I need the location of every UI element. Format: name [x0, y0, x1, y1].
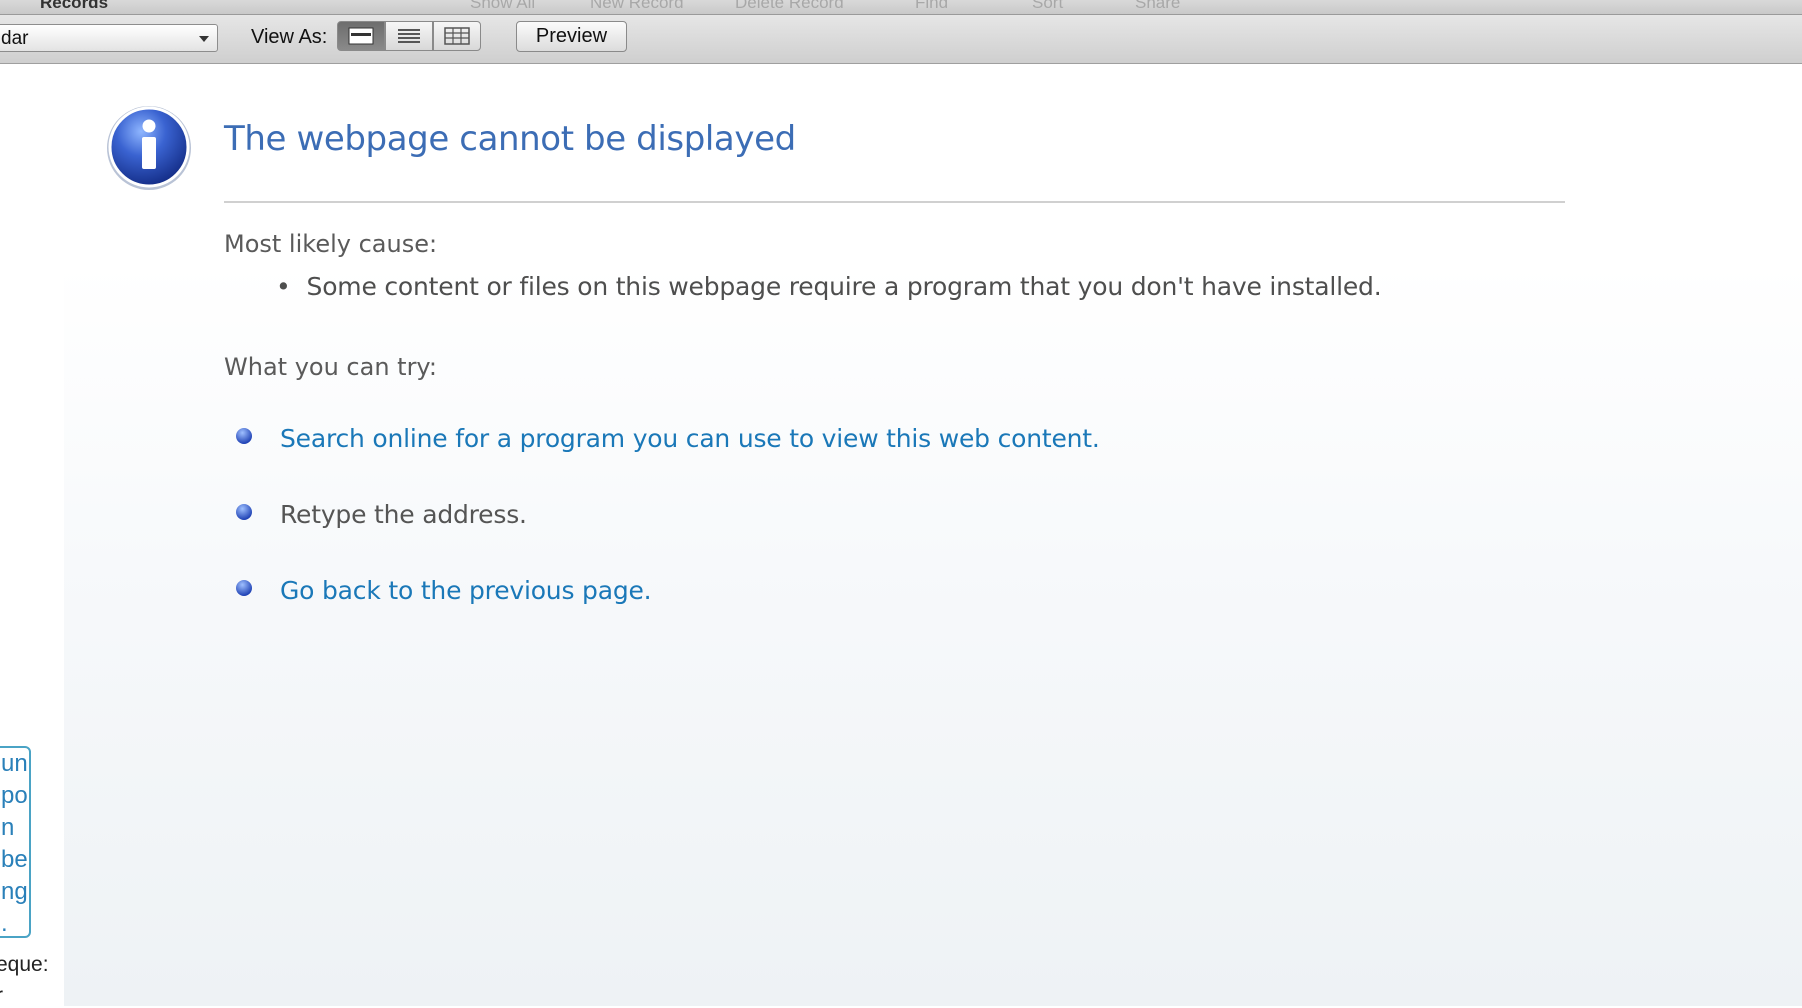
layout-select[interactable]: dar — [0, 24, 218, 52]
layout-select-value: dar — [1, 28, 29, 49]
cause-item-text: Some content or files on this webpage re… — [306, 272, 1382, 301]
blue-bullet-icon — [236, 504, 252, 520]
chevron-down-icon — [199, 36, 209, 42]
delete-record-button[interactable]: Delete Record — [735, 0, 844, 13]
new-record-button[interactable]: New Record — [590, 0, 684, 13]
side-panel: un po n be ng . eque: r — [0, 64, 64, 1008]
show-all-button[interactable]: Show All — [470, 0, 535, 13]
side-frame-line: be — [1, 846, 28, 873]
try-heading: What you can try: — [224, 353, 437, 381]
top-toolbar: Records Show All New Record Delete Recor… — [0, 0, 1802, 15]
records-menu[interactable]: Records — [40, 0, 108, 13]
side-link-frame[interactable]: un po n be ng . — [0, 746, 31, 938]
page-title: The webpage cannot be displayed — [224, 119, 796, 159]
blue-bullet-icon — [236, 580, 252, 596]
table-view-icon — [444, 27, 470, 45]
side-text-line: eque: — [0, 953, 49, 976]
option-text[interactable]: Go back to the previous page. — [280, 576, 652, 605]
form-view-icon — [348, 27, 374, 45]
info-icon — [107, 106, 191, 190]
side-text-line: r — [0, 984, 3, 1008]
option-text: Retype the address. — [280, 500, 527, 529]
list-view-button[interactable] — [385, 21, 433, 51]
title-divider — [224, 201, 1565, 203]
layout-toolbar: dar View As: Preview — [0, 15, 1802, 64]
sort-button[interactable]: Sort — [1032, 0, 1063, 13]
side-frame-line: n — [1, 814, 15, 841]
option-text[interactable]: Search online for a program you can use … — [280, 424, 1100, 453]
view-as-label: View As: — [251, 26, 328, 48]
cause-item: • Some content or files on this webpage r… — [276, 272, 1382, 301]
find-button[interactable]: Find — [915, 0, 948, 13]
side-frame-line: un — [1, 750, 28, 777]
list-view-icon — [398, 29, 420, 43]
error-page: The webpage cannot be displayed Most lik… — [64, 64, 1802, 1006]
blue-bullet-icon — [236, 428, 252, 444]
form-view-button[interactable] — [337, 21, 385, 51]
side-frame-line: . — [1, 910, 8, 937]
side-frame-line: po — [1, 782, 28, 809]
cause-heading: Most likely cause: — [224, 230, 438, 258]
preview-button[interactable]: Preview — [516, 21, 627, 52]
side-frame-line: ng — [1, 878, 28, 905]
share-button[interactable]: Share — [1135, 0, 1180, 13]
table-view-button[interactable] — [433, 21, 481, 51]
bullet-icon: • — [276, 272, 291, 301]
